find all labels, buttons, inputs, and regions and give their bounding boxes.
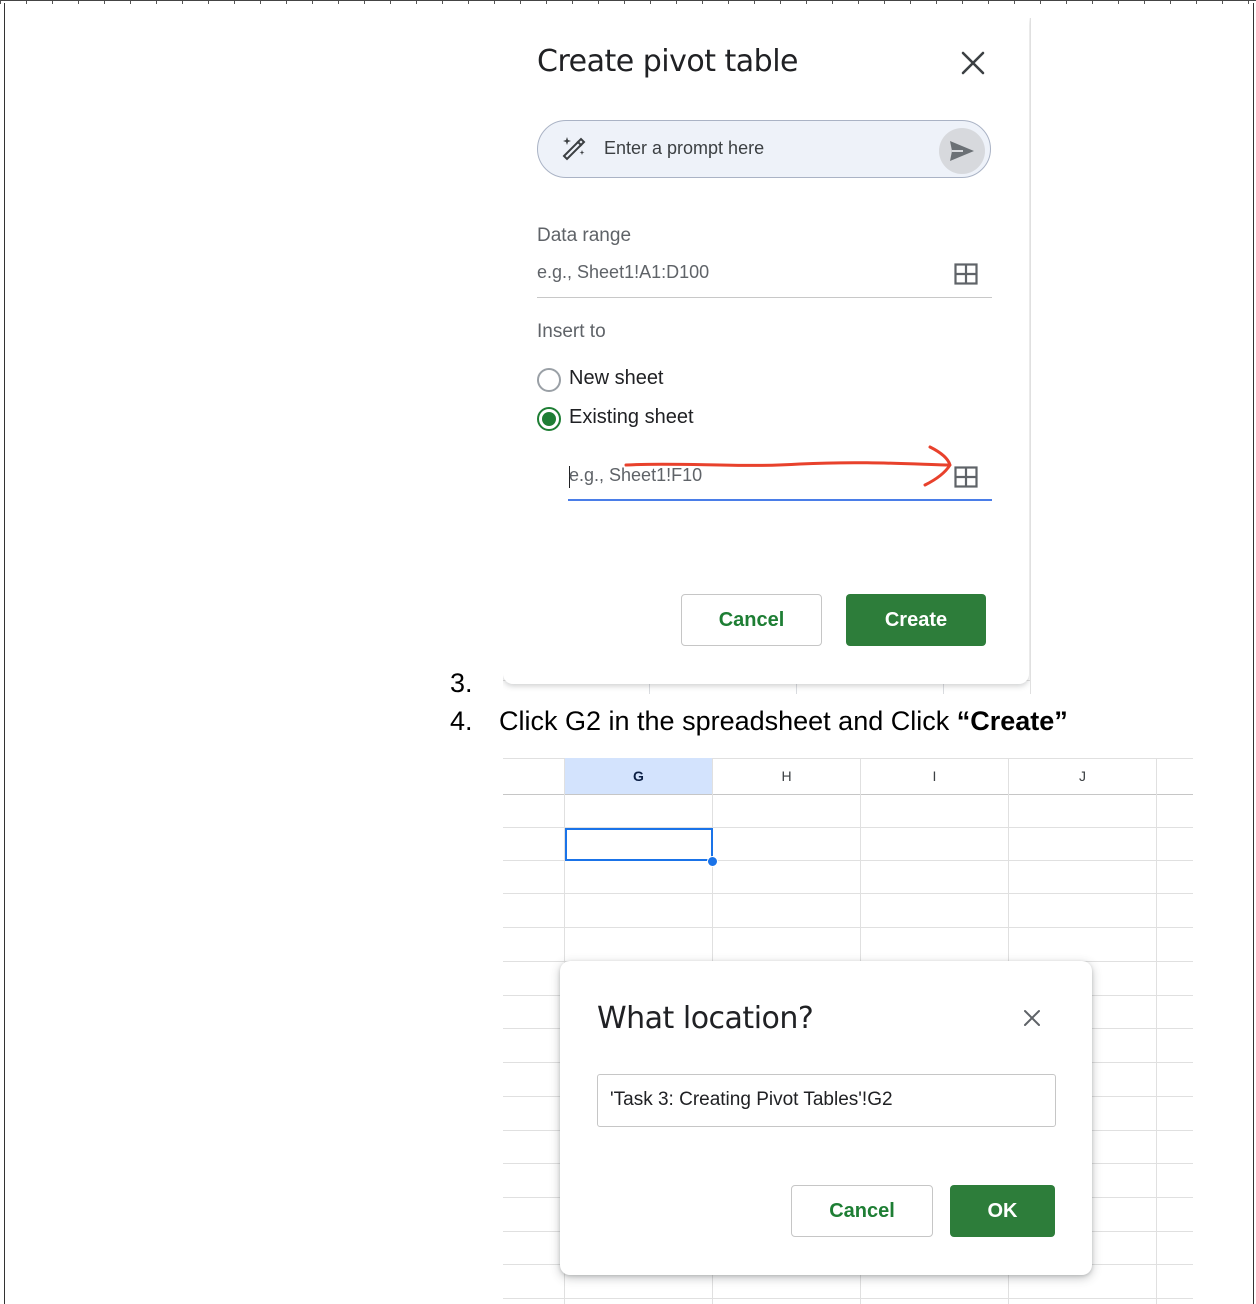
ok-button[interactable]: OK: [950, 1185, 1055, 1237]
location-underline-focused: [568, 499, 992, 501]
send-button[interactable]: [939, 128, 985, 174]
existing-sheet-label: Existing sheet: [569, 406, 694, 428]
new-sheet-radio[interactable]: [537, 368, 561, 392]
send-icon: [950, 141, 974, 161]
column-header-j[interactable]: J: [1009, 758, 1156, 794]
cancel-button[interactable]: Cancel: [681, 594, 822, 646]
step-4-number: 4.: [450, 706, 473, 736]
step-4-bold: “Create”: [956, 706, 1068, 736]
fill-handle[interactable]: [707, 856, 718, 867]
cancel-button[interactable]: Cancel: [791, 1185, 933, 1237]
create-button[interactable]: Create: [846, 594, 986, 646]
step-4-instruction: Click G2 in the spreadsheet and Click: [499, 706, 957, 736]
magic-pen-icon: [560, 135, 588, 163]
dialog-title: What location?: [597, 1001, 814, 1036]
create-pivot-table-dialog: Create pivot table Enter a prompt here D…: [503, 18, 1029, 684]
column-header-g[interactable]: G: [565, 758, 712, 794]
column-header-h[interactable]: H: [713, 758, 860, 794]
column-header-i[interactable]: I: [861, 758, 1008, 794]
prompt-placeholder: Enter a prompt here: [604, 138, 765, 158]
sheet-screenshot: G H I J What location? 'Task 3: Creating…: [503, 758, 1193, 1304]
pivot-dialog-screenshot: Create pivot table Enter a prompt here D…: [503, 18, 1031, 694]
location-input[interactable]: 'Task 3: Creating Pivot Tables'!G2: [597, 1074, 1056, 1127]
page-border-top: [0, 0, 1256, 3]
close-icon[interactable]: [958, 48, 988, 78]
data-range-underline: [537, 297, 992, 298]
prompt-input[interactable]: Enter a prompt here: [537, 120, 991, 178]
close-icon[interactable]: [1019, 1005, 1045, 1031]
data-range-input[interactable]: e.g., Sheet1!A1:D100: [537, 262, 709, 283]
what-location-dialog: What location? 'Task 3: Creating Pivot T…: [560, 961, 1092, 1275]
page-border-left: [4, 3, 5, 1304]
new-sheet-label: New sheet: [569, 367, 664, 389]
existing-sheet-radio[interactable]: [537, 407, 561, 431]
selected-cell-g2[interactable]: [565, 828, 713, 861]
select-range-icon[interactable]: [954, 263, 978, 285]
insert-to-label: Insert to: [537, 321, 606, 342]
step-3-number: 3.: [450, 668, 473, 698]
step-4-text: Click G2 in the spreadsheet and Click “C…: [499, 706, 1068, 737]
dialog-title: Create pivot table: [537, 44, 799, 79]
annotation-arrow-icon: [624, 445, 952, 487]
data-range-label: Data range: [537, 225, 632, 246]
page-border-right: [1253, 3, 1254, 1304]
